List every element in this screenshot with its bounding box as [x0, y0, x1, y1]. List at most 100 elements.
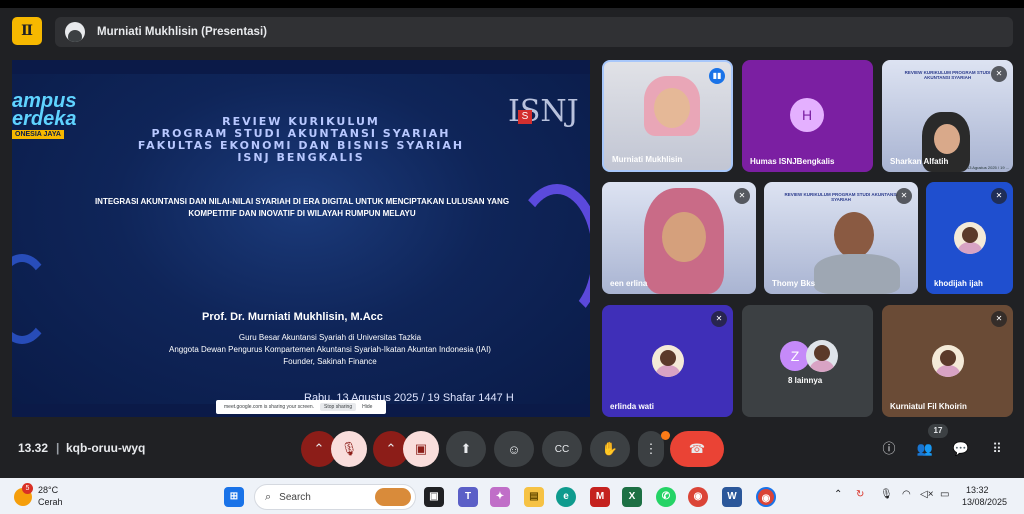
participant-name: Kurniatul Fil Khoirin: [890, 402, 967, 411]
weather-temp: 28°C: [38, 485, 59, 495]
participant-name: erlinda wati: [610, 402, 655, 411]
captions-icon: CC: [554, 443, 570, 455]
kampus-merdeka-sub: ONESIA JAYA: [12, 130, 64, 139]
participant-tile[interactable]: ✕ Kurniatul Fil Khoirin: [882, 305, 1013, 417]
presenter-name: Murniati Mukhlisin (Presentasi): [97, 26, 267, 38]
tile-timestamp: 13 Agustus 2025 / 19 ...: [966, 165, 1009, 170]
volume-mute-icon[interactable]: ◁×: [920, 489, 934, 500]
search-highlight-icon: [375, 488, 411, 506]
screen-share-bar: meet.google.com is sharing your screen. …: [216, 400, 386, 414]
decorative-swirl: [512, 184, 590, 324]
stop-sharing-button[interactable]: Stop sharing: [320, 403, 357, 411]
participant-avatar: [954, 222, 986, 254]
speaking-indicator-icon: ▮▮: [709, 68, 725, 84]
copilot-icon[interactable]: ✦: [490, 487, 510, 507]
participant-avatar: [652, 345, 684, 377]
leave-call-button[interactable]: ☎: [670, 431, 724, 467]
participant-avatar: [932, 345, 964, 377]
kampus-merdeka-logo: ampus erdeka: [12, 90, 77, 130]
top-strip: [0, 0, 1024, 8]
participant-name: een erlina: [610, 279, 648, 288]
weather-badge: 5: [22, 483, 33, 494]
info-icon: ⓘ: [882, 441, 896, 456]
decorative-swirl: [12, 254, 52, 344]
hide-button[interactable]: Hide: [362, 404, 372, 410]
slide-speaker: Prof. Dr. Murniati Mukhlisin, M.Acc: [202, 311, 383, 323]
participant-tile[interactable]: REVIEW KURIKULUM PROGRAM STUDI AKUNTANSI…: [764, 182, 918, 294]
slide-role: Founder, Sakinah Finance: [283, 357, 377, 366]
meeting-code: kqb-oruu-wyq: [66, 441, 146, 455]
camera-off-icon: ▣: [414, 441, 428, 456]
activities-button[interactable]: ⠿: [988, 440, 1006, 458]
tile-slide-text: REVIEW KURIKULUM PROGRAM STUDI AKUNTANSI…: [904, 70, 991, 80]
participant-name: Humas ISNJBengkalis: [750, 157, 835, 166]
meeting-info-button[interactable]: ⓘ: [880, 440, 898, 458]
chat-button[interactable]: 💬: [952, 440, 970, 458]
mic-icon[interactable]: 🎙: [880, 489, 893, 500]
chrome-active-icon[interactable]: ◉: [756, 487, 776, 507]
raise-hand-icon: ✋: [601, 441, 619, 456]
task-view-icon[interactable]: ▣: [424, 487, 444, 507]
tray-app-icon[interactable]: ↻: [856, 489, 864, 500]
chevron-up-icon: ⌃: [385, 441, 397, 456]
weather-text: Cerah: [38, 497, 63, 507]
others-tile[interactable]: Z 8 lainnya: [742, 305, 873, 417]
participant-tile[interactable]: H Humas ISNJBengkalis: [742, 60, 873, 172]
word-icon[interactable]: W: [722, 487, 742, 507]
mcafee-icon[interactable]: M: [590, 487, 610, 507]
reactions-button[interactable]: ☺: [494, 431, 534, 467]
captions-button[interactable]: CC: [542, 431, 582, 467]
participant-video-face: [934, 124, 960, 154]
participant-video-body: [814, 254, 900, 294]
participant-avatar: H: [790, 98, 824, 132]
mic-off-icon: 🎙: [340, 441, 358, 456]
mic-off-icon: ✕: [991, 66, 1007, 82]
participant-tile[interactable]: ✕ een erlina: [602, 182, 756, 294]
presenter-banner[interactable]: Murniati Mukhlisin (Presentasi): [55, 17, 1013, 47]
wifi-icon[interactable]: ◠: [902, 489, 911, 500]
mic-off-icon: ✕: [896, 188, 912, 204]
mic-off-icon: ✕: [734, 188, 750, 204]
participant-tile[interactable]: REVIEW KURIKULUM PROGRAM STUDI AKUNTANSI…: [882, 60, 1013, 172]
presenter-avatar: [65, 22, 85, 42]
teams-icon[interactable]: T: [458, 487, 478, 507]
mic-toggle-button[interactable]: 🎙: [331, 431, 367, 467]
camera-toggle-button[interactable]: ▣: [403, 431, 439, 467]
whatsapp-icon[interactable]: ✆: [656, 487, 676, 507]
file-explorer-icon[interactable]: ▤: [524, 487, 544, 507]
slide-role: Guru Besar Akuntansi Syariah di Universi…: [238, 333, 422, 342]
show-hidden-icons[interactable]: ⌃: [834, 489, 842, 500]
tile-slide-text: REVIEW KURIKULUM PROGRAM STUDI AKUNTANSI…: [784, 192, 898, 202]
chevron-up-icon: ⌃: [313, 441, 325, 456]
participant-name: Thomy Bks: [772, 279, 816, 288]
divider: |: [56, 441, 60, 455]
participant-name: Murniati Mukhlisin: [612, 155, 683, 164]
participant-tile[interactable]: ▮▮ Murniati Mukhlisin: [602, 60, 733, 172]
participants-count-badge: 17: [928, 424, 948, 438]
participant-video-face: [654, 88, 690, 128]
participant-name: Sharkan Alfatih: [890, 157, 949, 166]
people-button[interactable]: 👥: [916, 440, 934, 458]
excel-icon[interactable]: X: [622, 487, 642, 507]
windows-taskbar: [0, 478, 1024, 514]
participant-tile[interactable]: ✕ khodijah ijah: [926, 182, 1013, 294]
edge-icon[interactable]: e: [556, 487, 576, 507]
mic-off-icon: ✕: [991, 188, 1007, 204]
taskbar-search[interactable]: ⌕ Search: [254, 484, 416, 510]
slide-subtitle: INTEGRASI AKUNTANSI DAN NILAI-NILAI SYAR…: [94, 197, 510, 218]
participant-avatar: [806, 340, 838, 372]
chrome-icon[interactable]: ◉: [688, 487, 708, 507]
clock-date[interactable]: 13/08/2025: [962, 497, 1007, 507]
meet-app-icon[interactable]: Ⅱ: [12, 17, 42, 45]
end-call-icon: ☎: [688, 441, 706, 456]
search-label: Search: [279, 491, 311, 503]
battery-icon[interactable]: ▭: [940, 489, 949, 500]
slide-role: Anggota Dewan Pengurus Kompartemen Akunt…: [169, 345, 491, 354]
start-icon[interactable]: ⊞: [224, 487, 244, 507]
raise-hand-button[interactable]: ✋: [590, 431, 630, 467]
present-button[interactable]: ⬆: [446, 431, 486, 467]
clock-time[interactable]: 13:32: [966, 485, 989, 495]
participant-name: khodijah ijah: [934, 279, 983, 288]
apps-icon: ⠿: [992, 441, 1002, 456]
participant-tile[interactable]: ✕ erlinda wati: [602, 305, 733, 417]
